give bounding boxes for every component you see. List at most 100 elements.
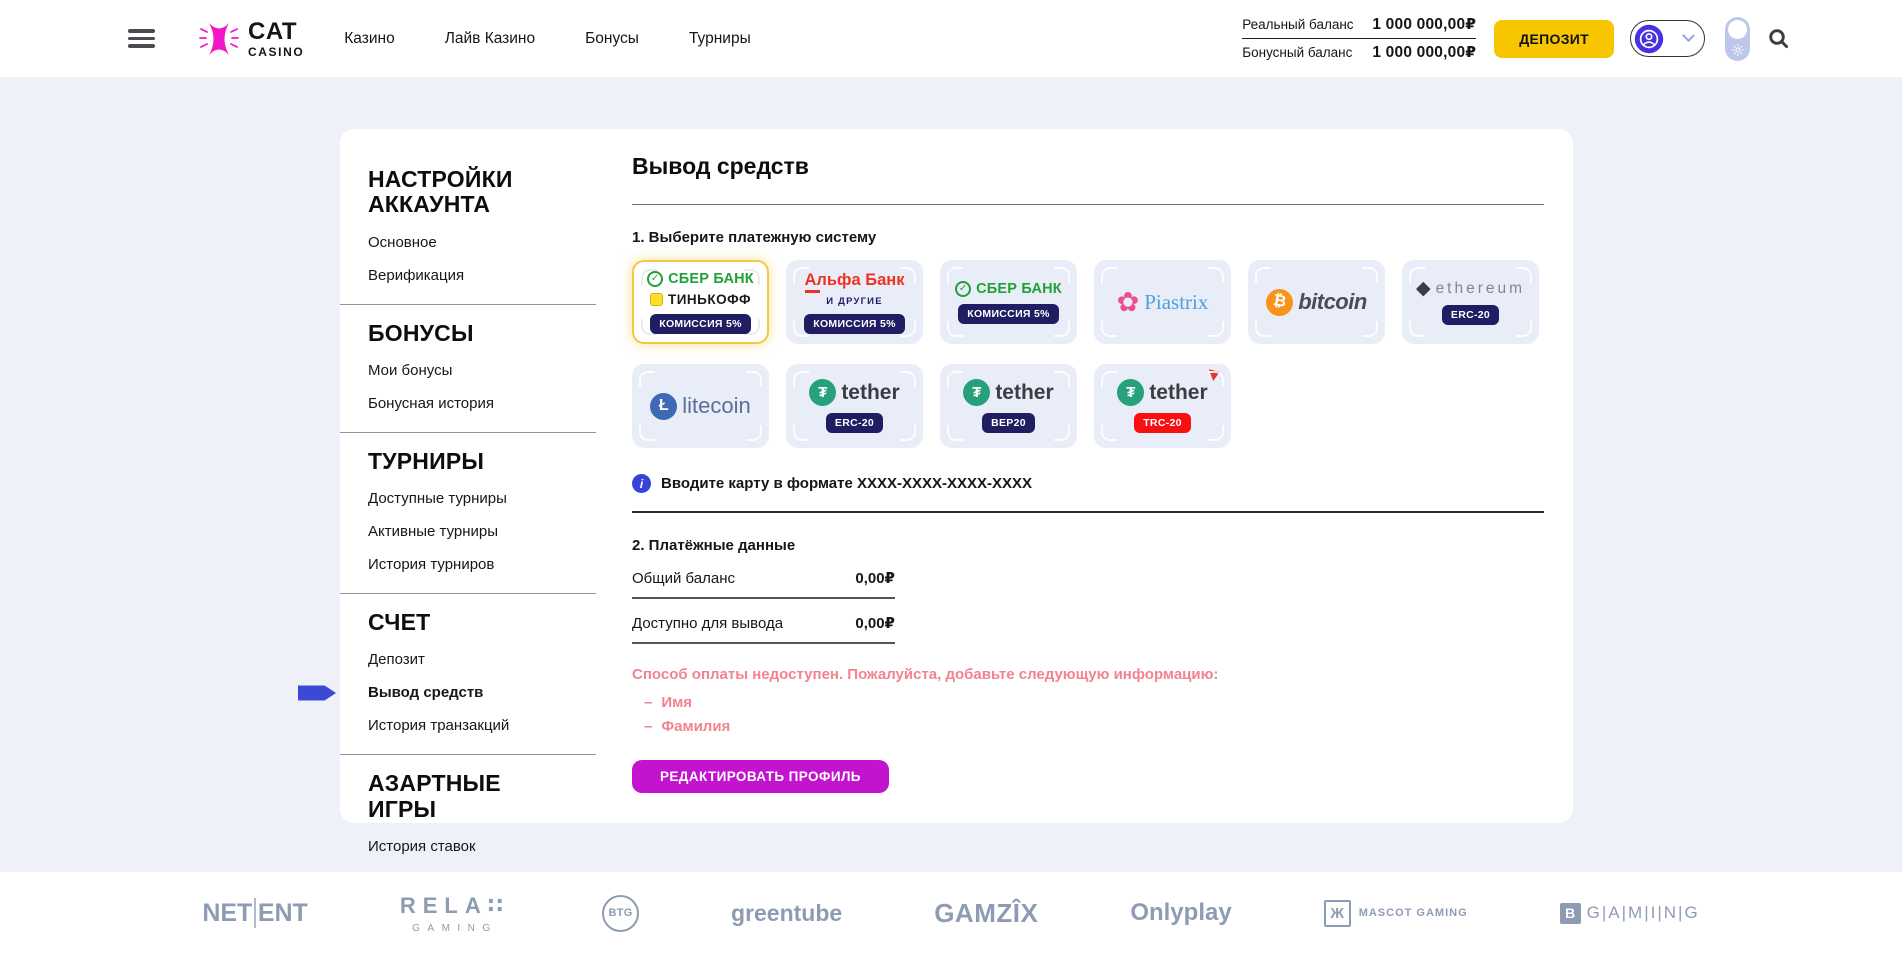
payment-method-piastrix[interactable]: ✿ Piastrix [1094,260,1231,344]
network-badge: BEP20 [982,413,1035,433]
network-badge: ERC-20 [826,413,883,433]
sidebar-item-deposit[interactable]: Депозит [340,651,596,668]
logo-subtitle: CASINO [248,46,304,58]
deposit-button[interactable]: ДЕПОЗИТ [1494,20,1614,58]
payment-method-tether-trc20[interactable]: ₮ tether TRC-20 [1094,364,1231,448]
piastrix-flower-icon: ✿ [1117,289,1140,316]
provider-mascot-gaming-logo: Ж MASCOT GAMING [1324,900,1468,927]
logo[interactable]: CAT CASINO [197,17,304,61]
payment-method-tether-bep20[interactable]: ₮ tether BEP20 [940,364,1077,448]
sidebar-item-active-tournaments[interactable]: Активные турниры [340,523,596,540]
sidebar-item-transaction-history[interactable]: История транзакций [340,717,596,734]
withdrawal-content: Вывод средств 1. Выберите платежную сист… [596,129,1580,823]
nav-bonuses[interactable]: Бонусы [585,30,639,48]
balance-divider [1242,38,1476,39]
real-balance-row: Реальный баланс 1 000 000,00₽ [1242,13,1476,36]
main-nav: Казино Лайв Казино Бонусы Турниры [344,30,750,48]
payment-method-sberbank[interactable]: ✓ СБЕР БАНК КОМИССИЯ 5% [940,260,1077,344]
sidebar-item-bonus-history[interactable]: Бонусная история [340,395,596,412]
nav-live-casino[interactable]: Лайв Казино [445,30,535,48]
available-balance-row: Доступно для вывода 0,00₽ [632,599,895,644]
account-sidebar: НАСТРОЙКИ АККАУНТА Основное Верификация … [340,129,596,823]
sidebar-item-tournament-history[interactable]: История турниров [340,556,596,573]
nav-casino[interactable]: Казино [344,30,394,48]
sun-icon [1732,44,1744,56]
tether-icon: ₮ [809,379,836,406]
litecoin-icon: Ł [650,393,677,420]
section-divider [632,511,1544,513]
nav-tournaments[interactable]: Турниры [689,30,751,48]
payment-method-alfabank[interactable]: Альфа Банк И ДРУГИЕ КОМИССИЯ 5% [786,260,923,344]
tinkoff-icon [650,293,663,306]
chevron-down-icon [1682,29,1695,42]
sidebar-divider [340,754,596,755]
commission-badge: КОМИССИЯ 5% [650,314,751,334]
provider-btg-logo: BTG [602,895,639,932]
sidebar-divider [340,432,596,433]
provider-relax-gaming-logo: RELA∷ GAMING [400,893,510,934]
provider-onlyplay-logo: Onlyplay [1130,899,1231,927]
total-balance-value: 0,00₽ [855,569,895,587]
header: CAT CASINO Казино Лайв Казино Бонусы Тур… [0,0,1902,77]
toggle-knob [1728,20,1747,39]
logo-title: CAT [248,20,304,44]
sberbank-check-icon: ✓ [647,271,663,287]
available-balance-value: 0,00₽ [855,614,895,632]
bonus-balance-label: Бонусный баланс [1242,45,1352,60]
provider-bgaming-logo: B G|A|M|I|N|G [1560,903,1700,924]
sidebar-item-withdrawal[interactable]: Вывод средств [340,684,596,701]
missing-field-last-name: Фамилия [632,718,1544,735]
payment-unavailable-warning: Способ оплаты недоступен. Пожалуйста, до… [632,666,1544,683]
tether-icon: ₮ [963,379,990,406]
edit-profile-button[interactable]: РЕДАКТИРОВАТЬ ПРОФИЛЬ [632,760,889,793]
info-icon: i [632,474,651,493]
network-badge: TRC-20 [1134,413,1191,433]
real-balance-label: Реальный баланс [1242,17,1353,32]
active-item-marker-icon [298,685,336,700]
avatar [1634,24,1664,54]
mascot-ornament-icon: Ж [1324,900,1351,927]
missing-field-first-name: Имя [632,694,1544,711]
sidebar-section-bonuses: БОНУСЫ [340,321,558,346]
sidebar-divider [340,304,596,305]
sidebar-divider [340,593,596,594]
payment-method-ethereum[interactable]: ◆ ethereum ERC-20 [1402,260,1539,344]
search-icon [1767,27,1790,50]
sidebar-section-tournaments: ТУРНИРЫ [340,449,558,474]
bitcoin-icon: ₿ [1266,289,1293,316]
search-button[interactable] [1767,27,1790,50]
commission-badge: КОМИССИЯ 5% [804,314,905,334]
sberbank-check-icon: ✓ [955,281,971,297]
card-format-note: i Вводите карту в формате XXXX-XXXX-XXXX… [632,474,1544,493]
payment-methods-grid: ✓ СБЕР БАНК ТИНЬКОФФ КОМИССИЯ 5% Альфа Б… [632,260,1544,448]
total-balance-row: Общий баланс 0,00₽ [632,554,895,599]
providers-footer: NETENT RELA∷ GAMING BTG greentube GAMZÎX… [0,872,1902,954]
network-badge: ERC-20 [1442,305,1499,325]
sidebar-item-verification[interactable]: Верификация [340,267,596,284]
payment-method-tether-erc20[interactable]: ₮ tether ERC-20 [786,364,923,448]
sidebar-item-bet-history[interactable]: История ставок [340,838,596,855]
total-balance-label: Общий баланс [632,570,735,587]
theme-toggle[interactable] [1725,17,1750,61]
provider-netent-logo: NETENT [202,898,308,928]
profile-menu[interactable] [1630,20,1705,57]
sidebar-section-settings: НАСТРОЙКИ АККАУНТА [340,167,558,218]
step2-label: 2. Платёжные данные [632,537,1544,554]
provider-gamzix-logo: GAMZÎX [934,898,1038,929]
hamburger-menu-icon[interactable] [128,29,155,48]
sidebar-section-account: СЧЕТ [340,610,558,635]
sidebar-item-general[interactable]: Основное [340,234,596,251]
sidebar-item-available-tournaments[interactable]: Доступные турниры [340,490,596,507]
payment-method-litecoin[interactable]: Ł litecoin [632,364,769,448]
page-title: Вывод средств [632,153,1544,180]
sidebar-item-my-bonuses[interactable]: Мои бонусы [340,362,596,379]
payment-method-sberbank-tinkoff[interactable]: ✓ СБЕР БАНК ТИНЬКОФФ КОМИССИЯ 5% [632,260,769,344]
available-balance-label: Доступно для вывода [632,615,783,632]
payment-method-bitcoin[interactable]: ₿ bitcoin [1248,260,1385,344]
alfabank-underline [805,290,820,293]
bgaming-b-icon: B [1560,903,1581,924]
title-divider [632,204,1544,205]
missing-fields-list: Имя Фамилия [632,694,1544,735]
cat-logo-icon [197,17,241,61]
step1-label: 1. Выберите платежную систему [632,229,1544,246]
